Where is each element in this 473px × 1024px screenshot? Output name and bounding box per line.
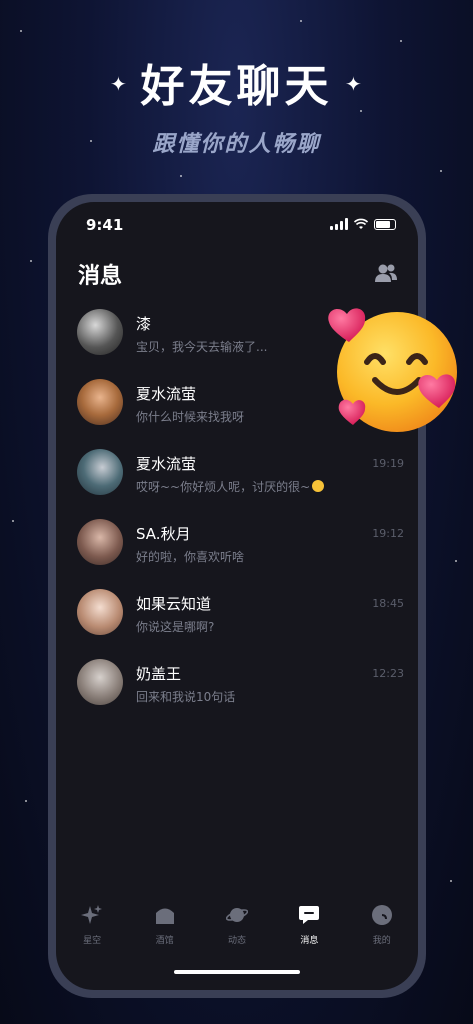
- contacts-icon[interactable]: [374, 262, 398, 284]
- tab-profile[interactable]: 我的: [357, 904, 407, 948]
- smile-emoji-icon: [312, 480, 325, 492]
- tab-moments[interactable]: 动态: [212, 904, 262, 948]
- tab-label: 星空: [83, 936, 102, 946]
- status-time: 9:41: [86, 216, 124, 234]
- avatar: [77, 309, 123, 355]
- promo-subtitle: 跟懂你的人畅聊: [152, 132, 321, 157]
- profile-icon: [371, 905, 392, 925]
- tab-messages[interactable]: 消息: [284, 904, 334, 948]
- status-bar: 9:41: [56, 216, 418, 236]
- tab-bar: 星空 酒馆 动态 消息 我的: [56, 904, 418, 948]
- avatar: [77, 519, 123, 565]
- promo-title: 好友聊天: [140, 61, 333, 112]
- tab-starry-sky[interactable]: 星空: [67, 904, 117, 948]
- tab-label: 消息: [300, 936, 319, 946]
- avatar: [77, 449, 123, 495]
- conversation-row[interactable]: 奶盖王 回来和我说10句话 12:23: [56, 656, 418, 726]
- promo-headline: 好友聊天 跟懂你的人畅聊: [0, 50, 473, 158]
- message-preview: 宝贝，我今天去输液了...: [136, 340, 268, 354]
- message-preview: 回来和我说10句话: [136, 690, 236, 704]
- conversation-row[interactable]: 如果云知道 你说这是哪啊? 18:45: [56, 586, 418, 656]
- contact-name: 夏水流萤: [136, 385, 197, 403]
- sparkle-icon: [81, 905, 103, 924]
- message-preview-text: 哎呀~~你好烦人呢，讨厌的很~: [136, 480, 311, 494]
- message-time: 18:45: [372, 597, 404, 610]
- tab-label: 酒馆: [155, 936, 174, 946]
- message-preview: 你什么时候来找我呀: [136, 410, 245, 424]
- avatar: [77, 379, 123, 425]
- tab-label: 动态: [227, 936, 246, 946]
- contact-name: SA.秋月: [136, 525, 191, 543]
- tab-tavern[interactable]: 酒馆: [140, 904, 190, 948]
- contact-name: 奶盖王: [136, 665, 182, 683]
- message-time: 19:19: [372, 457, 404, 470]
- signal-icon: [330, 218, 348, 230]
- conversation-row[interactable]: 夏水流萤 哎呀~~你好烦人呢，讨厌的很~ 19:19: [56, 446, 418, 516]
- message-preview: 好的啦，你喜欢听啥: [136, 550, 245, 564]
- smiling-face-with-hearts-icon: [328, 308, 457, 432]
- message-time: 19:12: [372, 527, 404, 540]
- wifi-icon: [354, 218, 368, 229]
- home-indicator: [174, 970, 300, 974]
- battery-icon: [374, 219, 396, 230]
- message-preview: 你说这是哪啊?: [136, 620, 215, 634]
- planet-icon: [225, 908, 249, 922]
- avatar: [77, 659, 123, 705]
- message-preview: 哎呀~~你好烦人呢，讨厌的很~: [136, 478, 325, 495]
- sparkle-icon: ✦: [345, 72, 362, 96]
- contact-name: 夏水流萤: [136, 455, 197, 473]
- tab-label: 我的: [372, 936, 391, 946]
- conversation-row[interactable]: SA.秋月 好的啦，你喜欢听啥 19:12: [56, 516, 418, 586]
- avatar: [77, 589, 123, 635]
- page-title: 消息: [78, 264, 123, 289]
- message-time: 12:23: [372, 667, 404, 680]
- contact-name: 如果云知道: [136, 595, 212, 613]
- sparkle-icon: ✦: [110, 72, 127, 96]
- contact-name: 漆: [136, 315, 152, 333]
- message-icon: [299, 906, 320, 924]
- tavern-icon: [155, 908, 174, 924]
